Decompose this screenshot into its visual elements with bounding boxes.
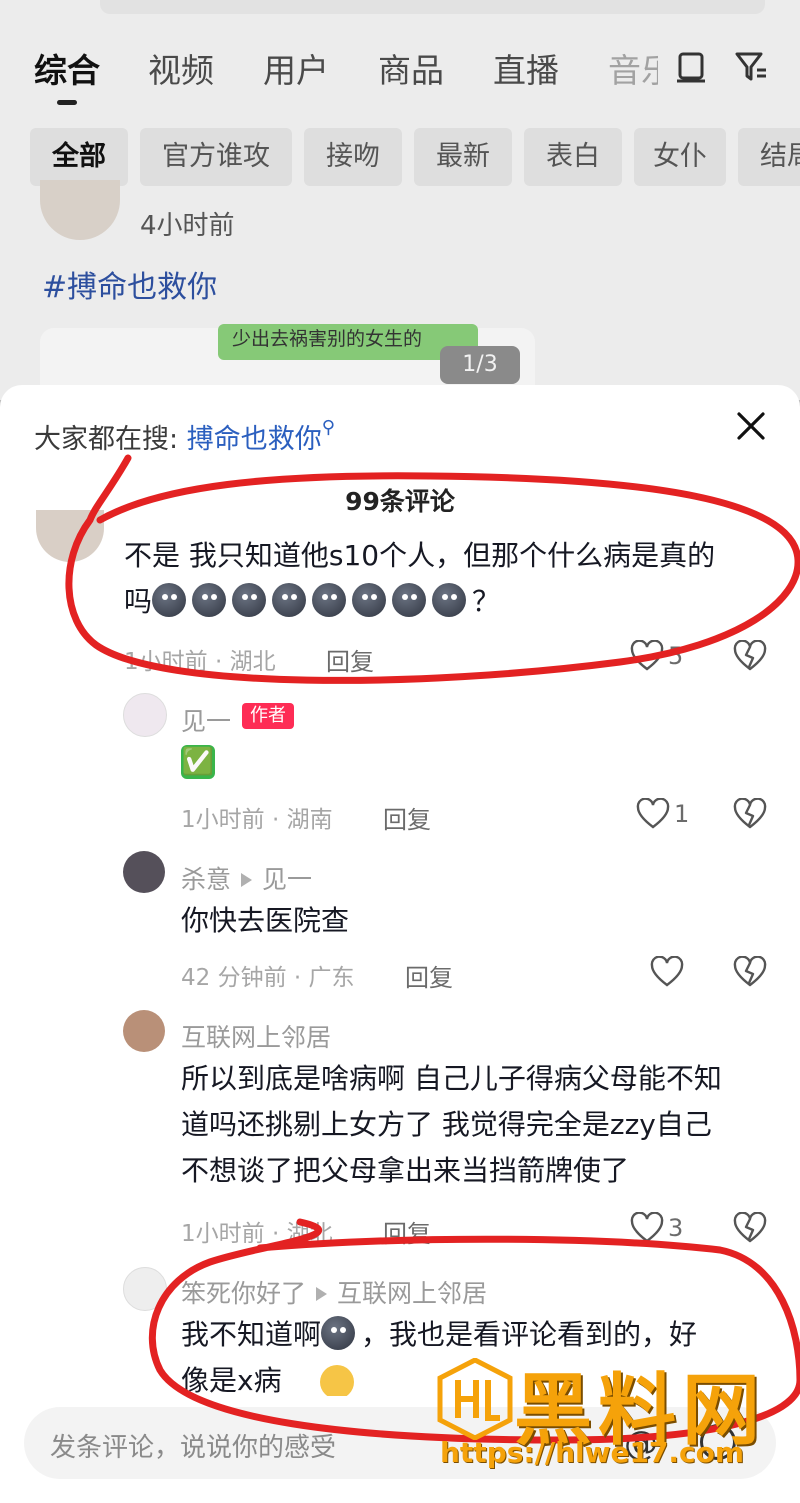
comment-meta: 42 分钟前 · 广东 bbox=[181, 965, 355, 991]
comment-text: 你快去医院查 bbox=[181, 904, 350, 937]
search-bar[interactable] bbox=[100, 0, 765, 14]
commenter-name[interactable]: 杀意 bbox=[181, 865, 231, 894]
post-hashtag[interactable]: #搏命也救你 bbox=[42, 262, 217, 306]
comment-input-placeholder[interactable]: 发条评论，说说你的感受 bbox=[50, 1427, 336, 1464]
commenter-name[interactable]: 笨死你好了 bbox=[181, 1279, 306, 1308]
tab-music[interactable]: 音乐 bbox=[608, 44, 658, 92]
reply-arrow-icon bbox=[316, 1287, 328, 1301]
post-image-chat-bubble: 少出去祸害别的女生的 bbox=[218, 324, 478, 360]
commenter-avatar[interactable] bbox=[123, 1267, 167, 1311]
tab-goods[interactable]: 商品 bbox=[378, 44, 444, 92]
post-author-avatar[interactable] bbox=[40, 180, 120, 240]
crying-face-icon bbox=[320, 1365, 355, 1396]
filter-chips: 全部 官方谁攻 接吻 最新 表白 女仆 结局 bbox=[0, 128, 800, 186]
layout-toggle-icon[interactable] bbox=[673, 48, 709, 84]
chip-ending[interactable]: 结局 bbox=[738, 128, 800, 186]
check-mark-icon: ✅ bbox=[181, 745, 215, 779]
comment-count: 99条评论 bbox=[345, 487, 455, 516]
commenter-name[interactable]: 互联网上邻居 bbox=[181, 1018, 331, 1054]
commenter-avatar[interactable] bbox=[123, 851, 165, 893]
emoji bbox=[321, 1316, 356, 1350]
like-count: 5 bbox=[668, 642, 684, 670]
chip-kiss[interactable]: 接吻 bbox=[304, 128, 402, 186]
reply-chain: 杀意 见一 bbox=[181, 860, 312, 896]
reply-arrow-icon bbox=[241, 873, 253, 887]
search-results-page: 综合 视频 用户 商品 直播 音乐 全部 官方谁攻 接吻 最新 表白 女仆 结局… bbox=[0, 0, 800, 400]
emoji bbox=[272, 583, 307, 617]
heart-icon[interactable] bbox=[630, 640, 664, 672]
commenter-avatar[interactable] bbox=[123, 693, 167, 737]
heart-icon[interactable] bbox=[650, 956, 684, 988]
broken-heart-icon[interactable] bbox=[733, 1212, 767, 1244]
comment-meta: 1小时前 · 湖北 bbox=[181, 1221, 333, 1247]
emoji bbox=[192, 583, 227, 617]
close-icon[interactable] bbox=[733, 408, 769, 444]
chip-maid[interactable]: 女仆 bbox=[634, 128, 726, 186]
like-count: 1 bbox=[674, 800, 690, 828]
image-counter: 1/3 bbox=[440, 346, 520, 384]
emoji bbox=[232, 583, 267, 617]
search-icon: ⚲ bbox=[321, 417, 335, 438]
post-time: 4小时前 bbox=[140, 211, 235, 241]
everyone-searching: 大家都在搜: 搏命也救你⚲ bbox=[34, 417, 335, 456]
reply-button[interactable]: 回复 bbox=[326, 642, 374, 677]
emoji bbox=[392, 583, 427, 617]
replied-to-name[interactable]: 互联网上邻居 bbox=[337, 1279, 487, 1308]
emoji bbox=[312, 583, 347, 617]
commenter-avatar[interactable] bbox=[123, 1010, 165, 1052]
comment-meta: 1小时前 · 湖北 bbox=[124, 649, 276, 675]
reply-button[interactable]: 回复 bbox=[383, 1214, 431, 1249]
tab-video[interactable]: 视频 bbox=[148, 44, 214, 92]
tab-users[interactable]: 用户 bbox=[263, 44, 329, 92]
reply-chain: 笨死你好了 互联网上邻居 bbox=[181, 1274, 487, 1310]
broken-heart-icon[interactable] bbox=[733, 956, 767, 988]
replied-to-name[interactable]: 见一 bbox=[262, 865, 312, 894]
broken-heart-icon[interactable] bbox=[733, 798, 767, 830]
reply-button[interactable]: 回复 bbox=[405, 958, 453, 993]
author-badge: 作者 bbox=[242, 703, 294, 729]
broken-heart-icon[interactable] bbox=[733, 640, 767, 672]
tab-live[interactable]: 直播 bbox=[493, 44, 559, 92]
filter-icon[interactable] bbox=[733, 48, 769, 84]
watermark-url: https://hlwe17.com bbox=[440, 1436, 745, 1469]
comment-text: 所以到底是啥病啊 自己儿子得病父母能不知 道吗还挑剔上女方了 我觉得完全是zzy… bbox=[181, 1062, 722, 1187]
watermark-logo-icon bbox=[437, 1358, 513, 1440]
chip-all[interactable]: 全部 bbox=[30, 128, 128, 186]
emoji bbox=[432, 583, 467, 617]
chip-confess[interactable]: 表白 bbox=[524, 128, 622, 186]
chip-official[interactable]: 官方谁攻 bbox=[140, 128, 292, 186]
emoji bbox=[152, 583, 187, 617]
comment-meta: 1小时前 · 湖南 bbox=[181, 807, 333, 833]
like-count: 3 bbox=[668, 1214, 684, 1242]
reply-button[interactable]: 回复 bbox=[383, 800, 431, 835]
search-keyword-link[interactable]: 搏命也救你⚲ bbox=[187, 417, 335, 455]
heart-icon[interactable] bbox=[630, 1212, 664, 1244]
tab-general[interactable]: 综合 bbox=[34, 44, 100, 92]
emoji bbox=[352, 583, 387, 617]
everyone-searching-label: 大家都在搜: bbox=[34, 424, 179, 455]
emoji-row bbox=[152, 583, 472, 618]
heart-icon[interactable] bbox=[636, 798, 670, 830]
active-tab-indicator bbox=[57, 100, 77, 105]
chip-latest[interactable]: 最新 bbox=[414, 128, 512, 186]
commenter-name[interactable]: 见一 bbox=[181, 702, 231, 738]
comment-text: 不是 我只知道他s10个人，但那个什么病是真的 吗？ bbox=[124, 539, 716, 618]
